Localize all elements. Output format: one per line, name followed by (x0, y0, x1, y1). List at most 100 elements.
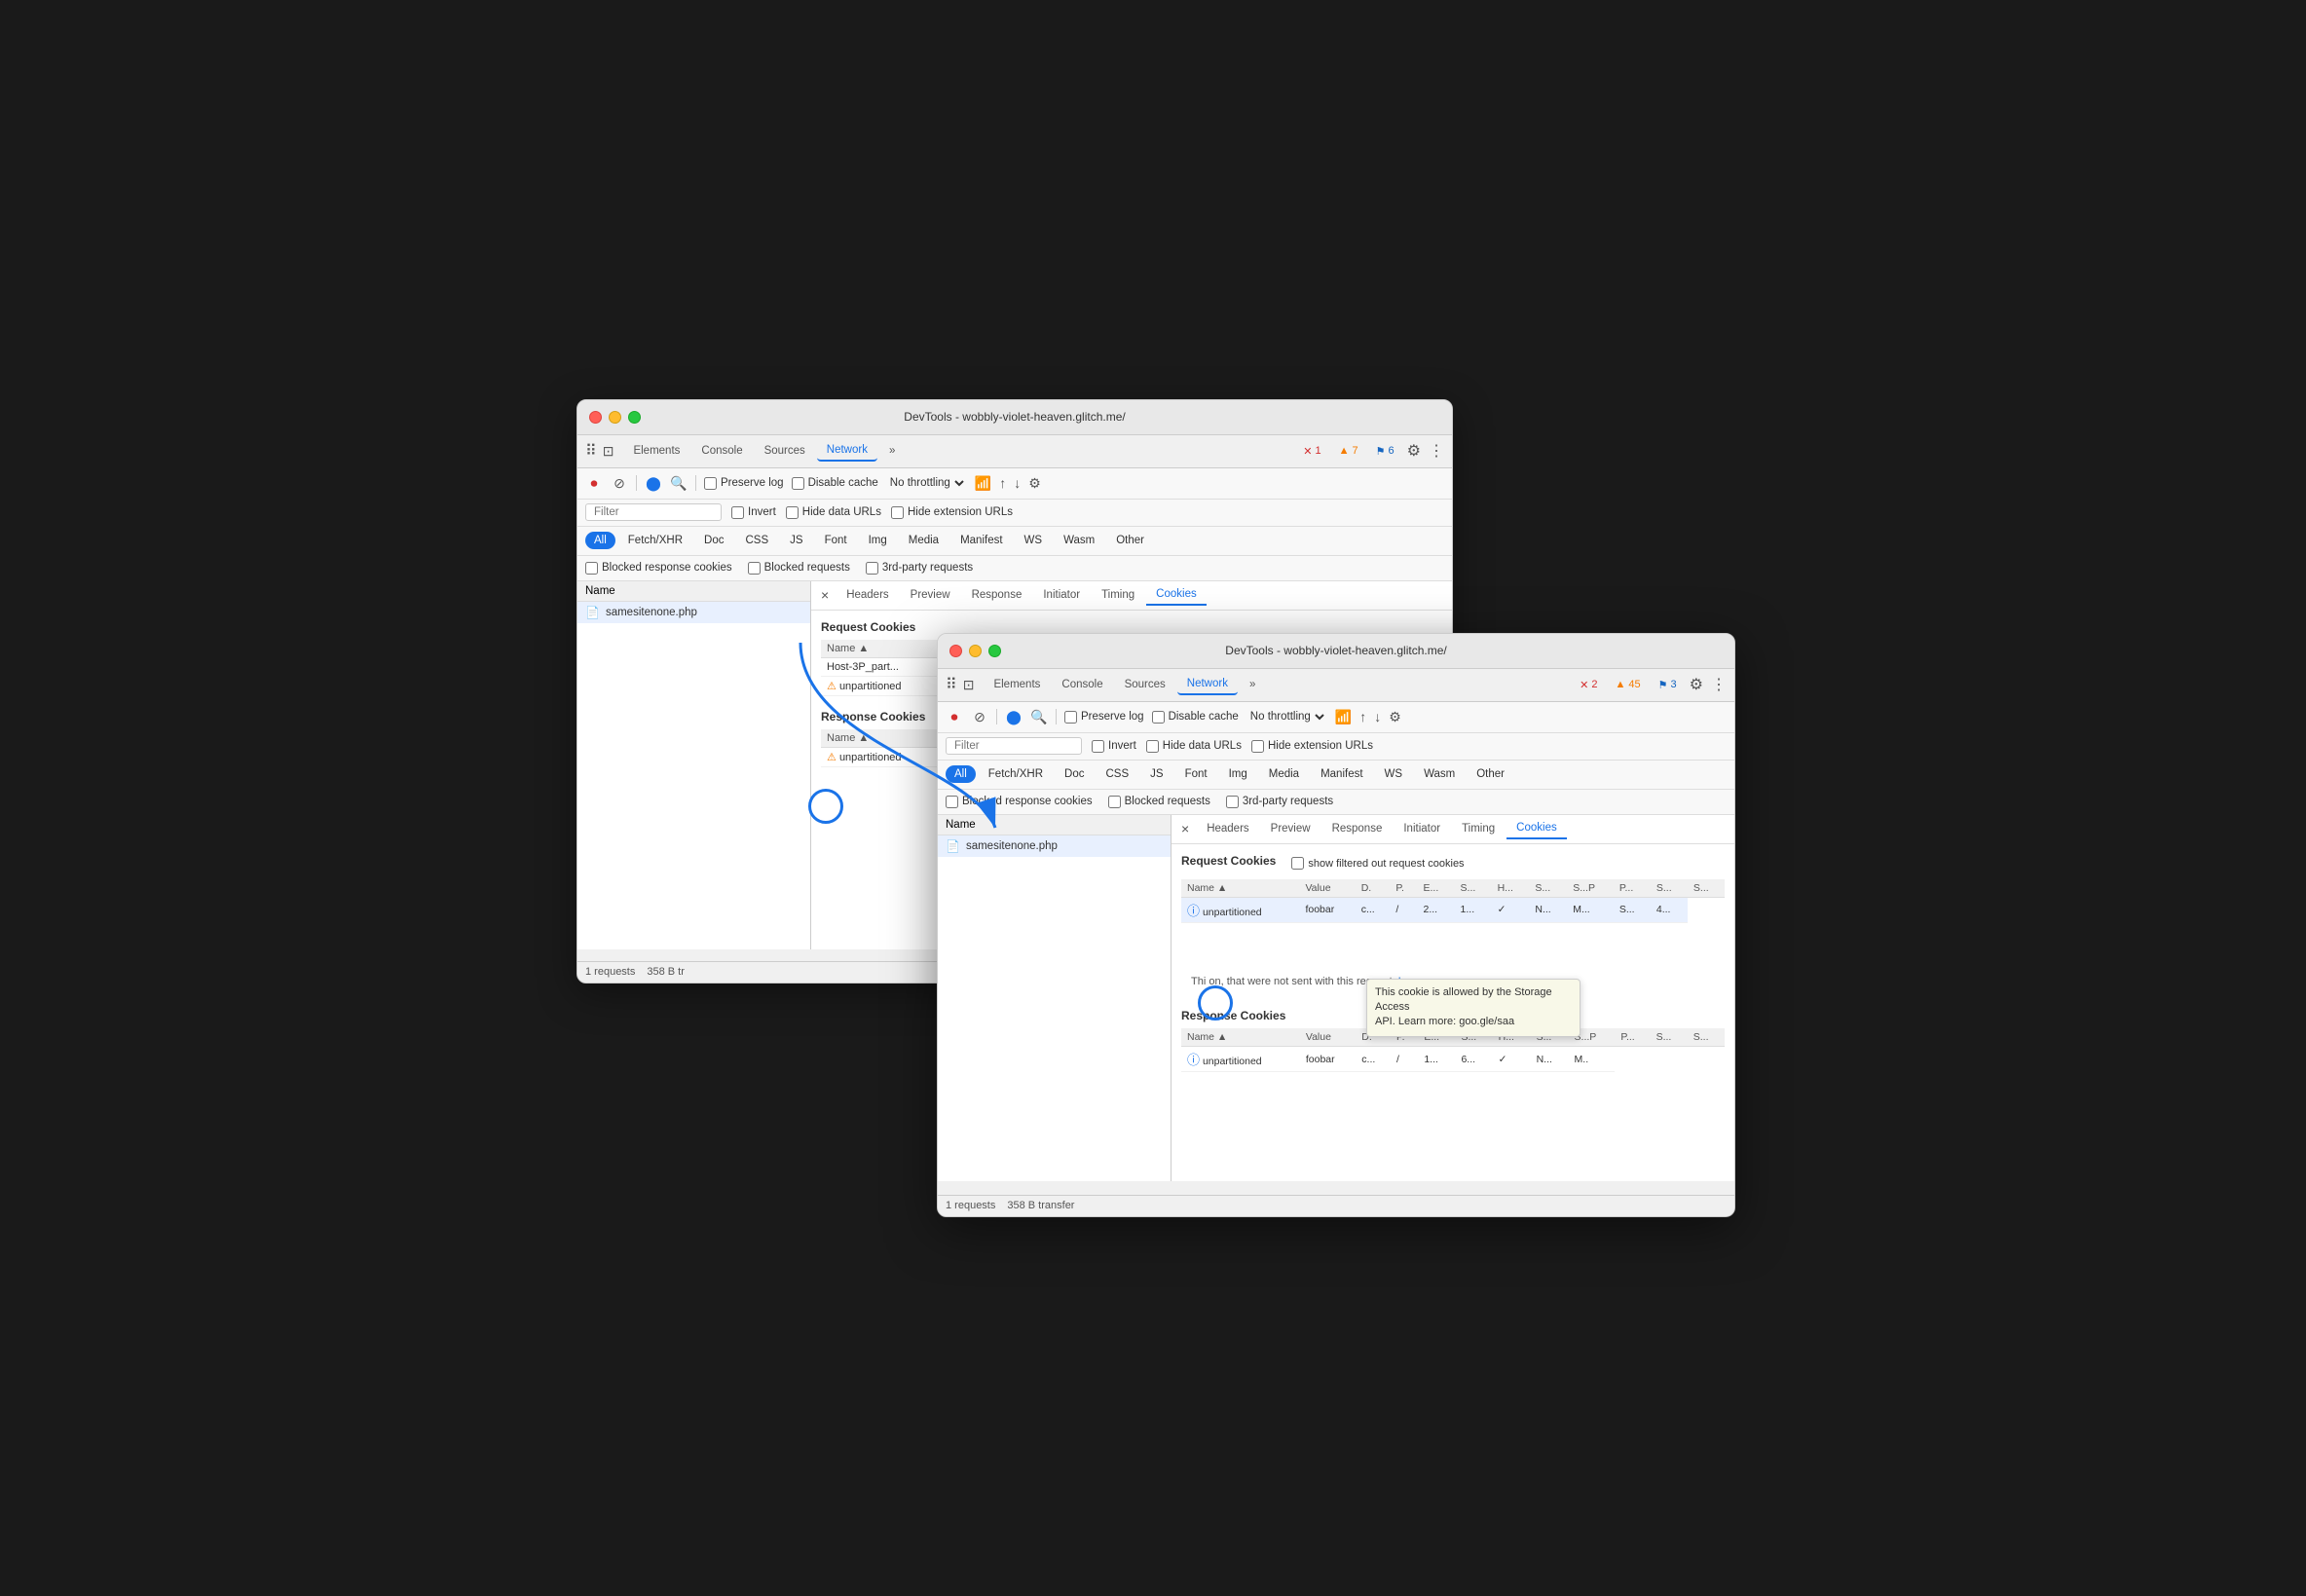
tab-network-fg[interactable]: Network (1177, 674, 1238, 695)
record-icon-fg[interactable]: ⏺ (946, 708, 963, 725)
close-button-fg[interactable] (949, 645, 962, 657)
device-icon-fg[interactable]: ⊡ (963, 677, 975, 693)
chip-css-bg[interactable]: CSS (736, 532, 777, 549)
tab-elements-bg[interactable]: Elements (623, 441, 689, 461)
invert-label-bg[interactable]: Invert (731, 506, 776, 519)
hide-ext-urls-checkbox-fg[interactable] (1251, 740, 1264, 753)
preserve-log-label-fg[interactable]: Preserve log (1064, 711, 1144, 724)
disable-cache-checkbox-fg[interactable] (1152, 711, 1165, 724)
hide-data-urls-label-bg[interactable]: Hide data URLs (786, 506, 881, 519)
preview-tab-bg[interactable]: Preview (901, 585, 960, 605)
timing-tab-fg[interactable]: Timing (1452, 819, 1505, 838)
search-icon-fg[interactable]: 🔍 (1030, 708, 1048, 725)
chip-font-bg[interactable]: Font (816, 532, 856, 549)
settings-icon-bg[interactable]: ⚙ (1407, 441, 1421, 461)
chip-wasm-fg[interactable]: Wasm (1415, 765, 1464, 783)
headers-tab-fg[interactable]: Headers (1197, 819, 1258, 838)
headers-tab-bg[interactable]: Headers (837, 585, 898, 605)
hide-data-urls-checkbox-bg[interactable] (786, 506, 799, 519)
third-party-checkbox-fg[interactable] (1226, 796, 1239, 808)
close-detail-tab-fg[interactable]: × (1175, 819, 1195, 838)
blocked-requests-checkbox-fg[interactable] (1108, 796, 1121, 808)
tab-more-bg[interactable]: » (879, 441, 905, 461)
response-tab-bg[interactable]: Response (962, 585, 1032, 605)
throttle-select-fg[interactable]: No throttling (1246, 710, 1327, 724)
cookies-tab-fg[interactable]: Cookies (1506, 818, 1567, 839)
throttle-select-bg[interactable]: No throttling (886, 476, 967, 490)
chip-all-bg[interactable]: All (585, 532, 615, 549)
settings2-icon-fg[interactable]: ⚙ (1389, 709, 1401, 725)
invert-label-fg[interactable]: Invert (1092, 740, 1136, 753)
pointer-icon-fg[interactable]: ⠿ (946, 675, 957, 694)
response-tab-fg[interactable]: Response (1322, 819, 1393, 838)
tab-network-bg[interactable]: Network (817, 440, 877, 462)
minimize-button-fg[interactable] (969, 645, 982, 657)
settings2-icon-bg[interactable]: ⚙ (1028, 475, 1041, 492)
disable-cache-checkbox-bg[interactable] (792, 477, 804, 490)
more-icon-fg[interactable]: ⋮ (1711, 675, 1727, 694)
chip-media-bg[interactable]: Media (900, 532, 948, 549)
chip-ws-fg[interactable]: WS (1376, 765, 1412, 783)
download-icon-bg[interactable]: ↓ (1014, 475, 1021, 491)
blocked-cookies-label-fg[interactable]: Blocked response cookies (946, 796, 1093, 808)
upload-icon-bg[interactable]: ↑ (999, 475, 1006, 491)
initiator-tab-bg[interactable]: Initiator (1033, 585, 1090, 605)
chip-js-bg[interactable]: JS (781, 532, 811, 549)
timing-tab-bg[interactable]: Timing (1092, 585, 1144, 605)
clear-icon-bg[interactable]: ⊘ (611, 474, 628, 492)
hide-data-urls-label-fg[interactable]: Hide data URLs (1146, 740, 1242, 753)
cookies-tab-bg[interactable]: Cookies (1146, 584, 1207, 606)
chip-manifest-bg[interactable]: Manifest (951, 532, 1011, 549)
maximize-button-bg[interactable] (628, 411, 641, 424)
tab-console-fg[interactable]: Console (1052, 675, 1112, 694)
chip-doc-bg[interactable]: Doc (695, 532, 732, 549)
req-cookie-row-fg[interactable]: ⓘ unpartitioned foobar c... / 2... 1... … (1181, 897, 1725, 922)
upload-icon-fg[interactable]: ↑ (1359, 709, 1366, 724)
filter-icon-bg[interactable]: ⬤ (645, 474, 662, 492)
tab-console-bg[interactable]: Console (691, 441, 752, 461)
resp-cookie-row-fg[interactable]: ⓘ unpartitioned foobar c... / 1... 6... … (1181, 1047, 1725, 1072)
blocked-cookies-checkbox-bg[interactable] (585, 562, 598, 575)
chip-media-fg[interactable]: Media (1260, 765, 1308, 783)
device-icon-bg[interactable]: ⊡ (603, 443, 614, 460)
preview-tab-fg[interactable]: Preview (1261, 819, 1320, 838)
chip-fetch-bg[interactable]: Fetch/XHR (619, 532, 691, 549)
hide-ext-urls-label-bg[interactable]: Hide extension URLs (891, 506, 1013, 519)
preserve-log-checkbox-bg[interactable] (704, 477, 717, 490)
tab-sources-bg[interactable]: Sources (755, 441, 815, 461)
blocked-requests-label-fg[interactable]: Blocked requests (1108, 796, 1210, 808)
chip-ws-bg[interactable]: WS (1016, 532, 1052, 549)
tab-sources-fg[interactable]: Sources (1115, 675, 1175, 694)
preserve-log-checkbox-fg[interactable] (1064, 711, 1077, 724)
record-icon-bg[interactable]: ⏺ (585, 474, 603, 492)
chip-doc-fg[interactable]: Doc (1056, 765, 1093, 783)
chip-other-fg[interactable]: Other (1468, 765, 1513, 783)
chip-img-fg[interactable]: Img (1220, 765, 1256, 783)
hide-ext-urls-checkbox-bg[interactable] (891, 506, 904, 519)
show-filtered-checkbox-fg[interactable] (1291, 857, 1304, 870)
chip-fetch-fg[interactable]: Fetch/XHR (980, 765, 1052, 783)
blocked-cookies-checkbox-fg[interactable] (946, 796, 958, 808)
request-row-fg[interactable]: 📄 samesitenone.php (938, 835, 1171, 857)
more-icon-bg[interactable]: ⋮ (1429, 441, 1444, 461)
download-icon-fg[interactable]: ↓ (1374, 709, 1381, 724)
minimize-button-bg[interactable] (609, 411, 621, 424)
disable-cache-label-fg[interactable]: Disable cache (1152, 711, 1239, 724)
blocked-requests-checkbox-bg[interactable] (748, 562, 761, 575)
maximize-button-fg[interactable] (988, 645, 1001, 657)
chip-js-fg[interactable]: JS (1141, 765, 1172, 783)
blocked-cookies-label-bg[interactable]: Blocked response cookies (585, 562, 732, 575)
pointer-icon-bg[interactable]: ⠿ (585, 441, 597, 461)
close-detail-tab-bg[interactable]: × (815, 585, 835, 605)
close-button-bg[interactable] (589, 411, 602, 424)
third-party-label-bg[interactable]: 3rd-party requests (866, 562, 973, 575)
chip-manifest-fg[interactable]: Manifest (1312, 765, 1371, 783)
invert-checkbox-bg[interactable] (731, 506, 744, 519)
tab-elements-fg[interactable]: Elements (984, 675, 1050, 694)
chip-other-bg[interactable]: Other (1107, 532, 1153, 549)
search-icon-bg[interactable]: 🔍 (670, 474, 688, 492)
blocked-requests-label-bg[interactable]: Blocked requests (748, 562, 850, 575)
chip-all-fg[interactable]: All (946, 765, 976, 783)
chip-css-fg[interactable]: CSS (1097, 765, 1137, 783)
clear-icon-fg[interactable]: ⊘ (971, 708, 988, 725)
